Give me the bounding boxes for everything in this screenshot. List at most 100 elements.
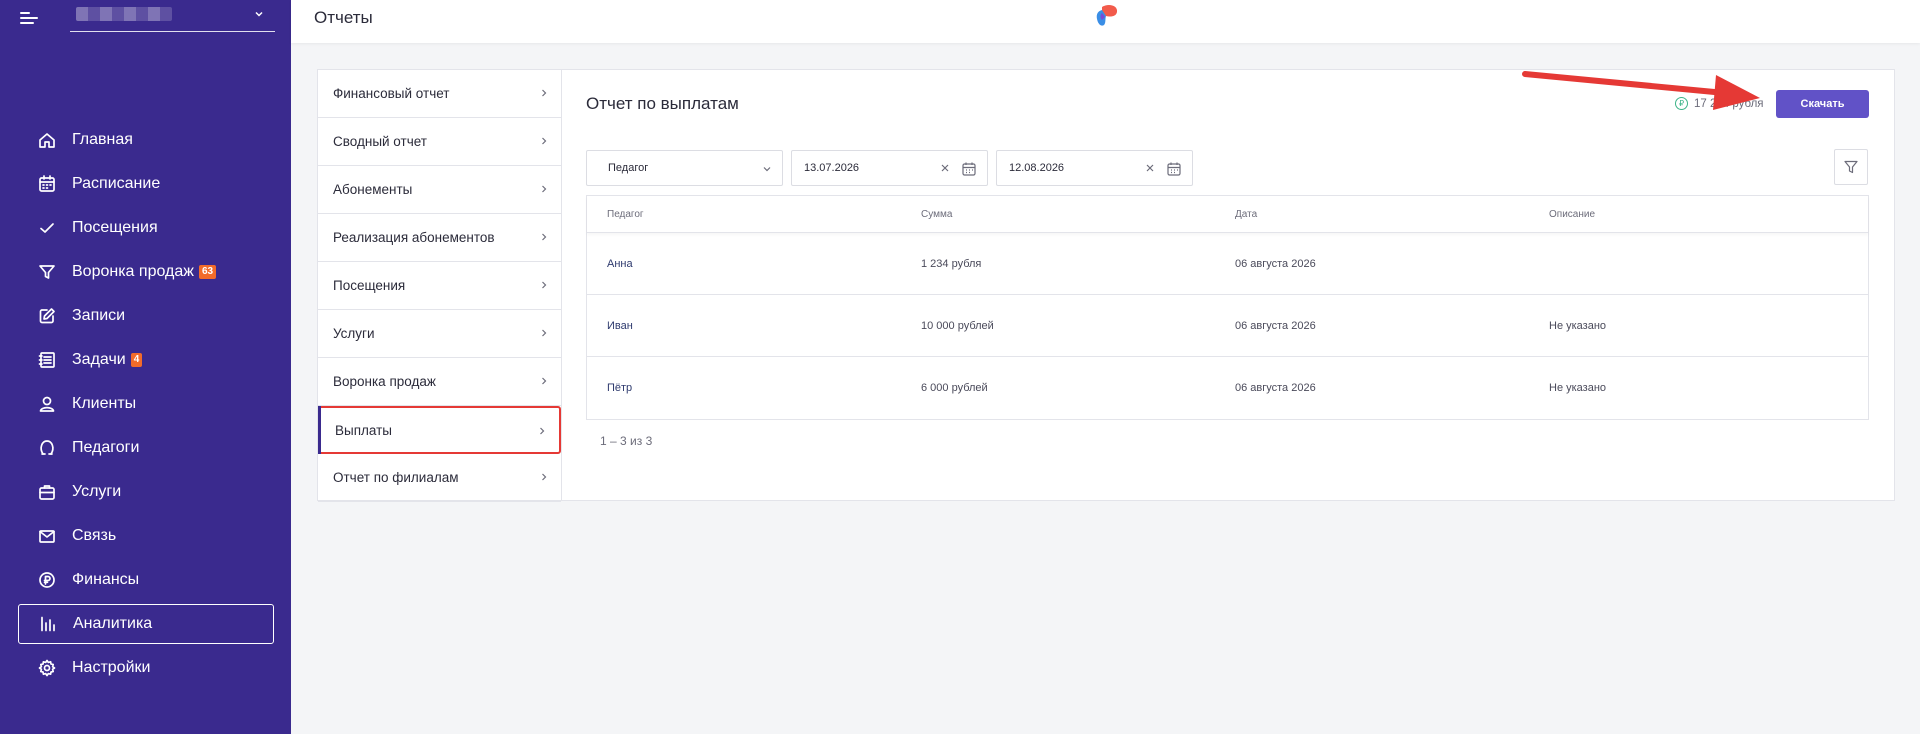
sidebar-item[interactable]: Финансы: [18, 560, 274, 600]
date-from-field[interactable]: 13.07.2026: [791, 150, 988, 186]
sidebar-item-label: Связь: [72, 527, 117, 544]
report-title: Отчет по выплатам: [586, 94, 739, 113]
pagination-info: 1 – 3 из 3: [600, 434, 653, 448]
report-menu-item-label: Реализация абонементов: [333, 230, 495, 245]
sidebar-item[interactable]: Клиенты: [18, 384, 274, 424]
sidebar-item-label: Воронка продаж: [72, 263, 194, 280]
report-menu-item[interactable]: Реализация абонементов: [318, 214, 561, 262]
calendar-icon[interactable]: [1166, 161, 1182, 177]
table-row[interactable]: Иван 10 000 рублей 06 августа 2026 Не указа…: [587, 295, 1868, 357]
teacher-select[interactable]: Педагог: [586, 150, 783, 186]
sidebar-item[interactable]: Связь: [18, 516, 274, 556]
table-cell: Пётр: [607, 382, 633, 394]
report-menu-item[interactable]: Выплаты: [318, 406, 561, 454]
page-title: Отчеты: [314, 8, 373, 27]
report-menu-item[interactable]: Услуги: [318, 310, 561, 358]
sidebar-item[interactable]: Задачи 4: [18, 340, 274, 380]
table-body: Анна 1 234 рубля 06 августа 2026 Иван 10 000…: [587, 233, 1868, 419]
date-to-field[interactable]: 12.08.2026: [996, 150, 1193, 186]
sidebar-item-label: Педагоги: [72, 439, 140, 456]
report-menu-item-label: Услуги: [333, 326, 375, 341]
teacher-select-placeholder: Педагог: [608, 162, 649, 174]
chevron-right-icon: [542, 137, 547, 145]
report-menu-item[interactable]: Сводный отчет: [318, 118, 561, 166]
sidebar-item[interactable]: Расписание: [18, 164, 274, 204]
calendar-icon: [36, 173, 58, 195]
sidebar-item[interactable]: Записи: [18, 296, 274, 336]
chevron-right-icon: [540, 427, 545, 435]
branch-name-redacted: [76, 7, 172, 21]
calendar-icon[interactable]: [961, 161, 977, 177]
table-cell: 6 000 рублей: [921, 382, 988, 394]
count-badge: 63: [198, 265, 217, 279]
sidebar-item-label: Посещения: [72, 219, 158, 236]
chevron-right-icon: [542, 233, 547, 241]
report-card: Финансовый отчет Сводный отчет Абонементы Р…: [317, 69, 1895, 502]
chevron-right-icon: [542, 377, 547, 385]
sidebar-item-label: Задачи: [72, 351, 126, 368]
total-amount: ₽ 17 234 рубля: [1675, 97, 1764, 110]
date-to-value: 12.08.2026: [1009, 162, 1065, 174]
chevron-right-icon: [542, 473, 547, 481]
clear-icon[interactable]: [1144, 162, 1156, 174]
table-row[interactable]: Пётр 6 000 рублей 06 августа 2026 Не указан…: [587, 357, 1868, 419]
bar-chart-icon: [37, 613, 59, 635]
ruble-coin-icon: ₽: [1675, 97, 1688, 110]
sidebar-item[interactable]: Главная: [18, 120, 274, 160]
report-menu-item[interactable]: Абонементы: [318, 166, 561, 214]
sidebar-item[interactable]: Педагоги: [18, 428, 274, 468]
column-header[interactable]: Описание: [1529, 209, 1843, 220]
filter-button[interactable]: [1834, 149, 1868, 185]
report-menu-item-label: Финансовый отчет: [333, 86, 450, 101]
column-header[interactable]: Сумма: [901, 209, 1215, 220]
check-icon: [36, 217, 58, 239]
briefcase-icon: [36, 481, 58, 503]
table-header: Педагог Сумма Дата Описание: [587, 196, 1868, 233]
app-logo-icon: [1096, 4, 1118, 26]
chevron-right-icon: [542, 329, 547, 337]
sidebar-item-label: Аналитика: [73, 615, 153, 632]
table-cell: Иван: [607, 319, 633, 332]
sidebar-item[interactable]: Услуги: [18, 472, 274, 512]
table-row[interactable]: Анна 1 234 рубля 06 августа 2026: [587, 233, 1868, 295]
chevron-down-icon: [763, 167, 771, 172]
report-menu-item-label: Посещения: [333, 278, 406, 293]
report-menu-item[interactable]: Воронка продаж: [318, 358, 561, 406]
column-header[interactable]: Дата: [1215, 209, 1529, 220]
edit-icon: [36, 305, 58, 327]
menu-burger-icon[interactable]: [20, 9, 40, 25]
table-cell: 06 августа 2026: [1235, 382, 1316, 394]
report-menu-item[interactable]: Посещения: [318, 262, 561, 310]
chevron-right-icon: [542, 185, 547, 193]
sidebar-item[interactable]: Настройки: [18, 648, 274, 688]
sidebar-item-label: Финансы: [72, 571, 140, 588]
chevron-down-icon: [255, 11, 263, 17]
home-icon: [36, 129, 58, 151]
report-menu-item[interactable]: Финансовый отчет: [318, 70, 561, 118]
sidebar-nav: Главная Расписание Посещения Воронка продаж…: [18, 120, 274, 692]
sidebar-item-label: Услуги: [72, 483, 122, 500]
funnel-icon: [36, 261, 58, 283]
sidebar-item-label: Главная: [72, 131, 133, 148]
sidebar-item[interactable]: Аналитика: [18, 604, 274, 644]
download-button[interactable]: Скачать: [1776, 90, 1869, 118]
sidebar-item-label: Клиенты: [72, 395, 137, 412]
branch-select[interactable]: [70, 4, 275, 32]
table-cell: 1 234 рубля: [921, 257, 982, 270]
chevron-right-icon: [542, 89, 547, 97]
total-amount-value: 17 234 рубля: [1694, 97, 1764, 110]
column-header[interactable]: Педагог: [587, 209, 901, 220]
chevron-right-icon: [542, 281, 547, 289]
report-menu-item-label: Выплаты: [335, 422, 392, 438]
sidebar-item[interactable]: Воронка продаж 63: [18, 252, 274, 292]
table-cell: 06 августа 2026: [1235, 257, 1316, 270]
clear-icon[interactable]: [939, 162, 951, 174]
report-menu-item[interactable]: Отчет по филиалам: [318, 454, 561, 502]
table-cell: Не указано: [1549, 382, 1607, 394]
topbar: Отчеты: [291, 0, 1920, 43]
sidebar-item[interactable]: Посещения: [18, 208, 274, 248]
filter-icon: [1844, 160, 1858, 174]
gear-icon: [36, 657, 58, 679]
sidebar-item-label: Расписание: [72, 175, 161, 192]
table-cell: 10 000 рублей: [921, 319, 994, 332]
